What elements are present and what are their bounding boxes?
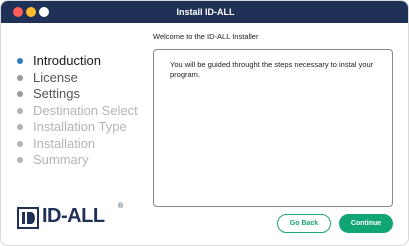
title-bar[interactable]: Install ID-ALL	[1, 1, 408, 23]
step-label: Destination Select	[33, 102, 138, 118]
step-label: License	[33, 69, 78, 85]
step-indicator-dot	[17, 157, 23, 163]
step-indicator-dot	[17, 107, 23, 114]
go-back-button[interactable]: Go Back	[277, 214, 331, 233]
step-label: Introduction	[33, 53, 101, 68]
step-indicator-dot	[17, 140, 23, 147]
step-indicator-dot	[17, 91, 23, 97]
window-title: Install ID-ALL	[176, 7, 235, 17]
id-all-logo-mark-icon	[17, 207, 39, 229]
content-panel[interactable]: You will be guided throught the steps ne…	[153, 49, 393, 207]
step-indicator-dot	[17, 58, 23, 64]
step-label: Settings	[33, 86, 80, 101]
step-indicator-dot	[17, 74, 23, 81]
registered-mark: ®	[118, 203, 124, 210]
step-label: Installation Type	[33, 119, 127, 134]
step-label: Summary	[33, 152, 89, 167]
intro-message: You will be guided throught the steps ne…	[170, 60, 374, 79]
logo-wordmark: ID-ALL	[42, 205, 105, 227]
continue-button[interactable]: Continue	[339, 214, 393, 233]
welcome-heading: Welcome to the ID-ALL Installer	[153, 32, 259, 41]
step-label: Installation	[33, 135, 96, 151]
installer-window: Install ID-ALL Welcome to the ID-ALL Ins…	[0, 0, 409, 246]
step-indicator-dot	[17, 124, 23, 130]
